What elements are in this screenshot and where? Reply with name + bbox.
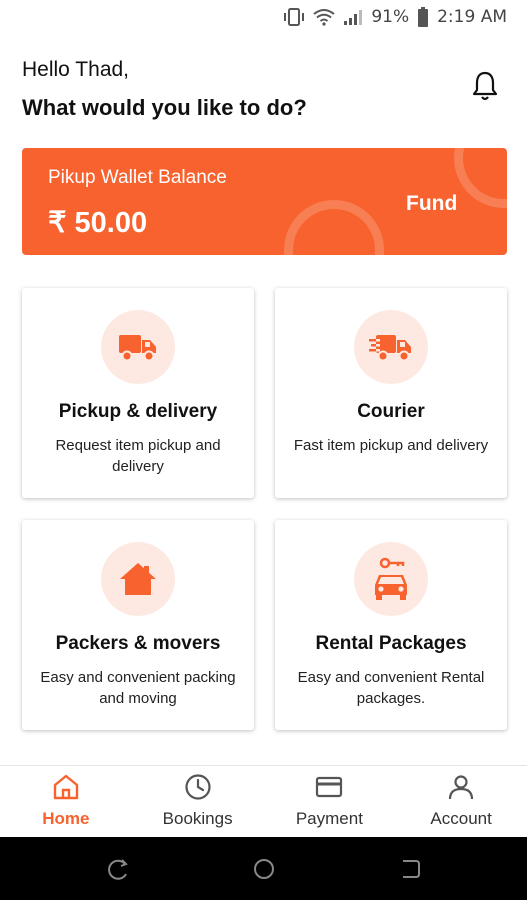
back-icon[interactable] [397, 856, 423, 882]
nav-label: Bookings [162, 809, 233, 828]
user-icon [449, 775, 474, 800]
wallet-label: Pikup Wallet Balance [48, 167, 227, 188]
home-icon [120, 563, 156, 595]
nav-label: Payment [295, 809, 363, 828]
wallet-decoration [284, 200, 384, 255]
vibrate-icon [284, 8, 305, 26]
service-description: Easy and convenient Rental packages. [297, 669, 485, 707]
service-icon-circle [101, 542, 175, 616]
page-title: What would you like to do? [22, 95, 307, 120]
nav-item-account[interactable]: Account [395, 766, 527, 837]
service-description: Request item pickup and delivery [55, 437, 221, 475]
signal-icon [344, 10, 363, 25]
fund-button[interactable]: Fund [400, 188, 463, 220]
service-description: Easy and convenient packing and moving [40, 669, 236, 707]
service-card-rental-packages[interactable]: Rental Packages Easy and convenient Rent… [275, 520, 507, 730]
bottom-nav: Home Bookings Payment Account [0, 765, 527, 837]
nav-item-payment[interactable]: Payment [264, 766, 396, 837]
service-title: Pickup & delivery [58, 401, 218, 422]
nav-item-bookings[interactable]: Bookings [132, 766, 264, 837]
clock-icon [185, 774, 211, 800]
clock-time: 2:19 AM [437, 7, 507, 27]
service-title: Packers & movers [55, 633, 221, 654]
battery-icon [418, 7, 429, 27]
wifi-icon [313, 9, 335, 26]
bell-icon[interactable] [470, 70, 500, 102]
service-icon-circle [354, 310, 428, 384]
fast-truck-icon [369, 335, 411, 362]
battery-percent: 91% [371, 7, 410, 27]
service-icon-circle [101, 310, 175, 384]
service-title: Courier [357, 401, 425, 422]
service-card-courier[interactable]: Courier Fast item pickup and delivery [275, 288, 507, 498]
greeting-text: Hello Thad, [22, 58, 130, 81]
service-icon-circle [354, 542, 428, 616]
nav-label: Home [42, 809, 90, 828]
system-nav-bar [0, 837, 527, 900]
wallet-balance: ₹ 50.00 [48, 207, 148, 239]
wallet-card: Pikup Wallet Balance ₹ 50.00 Fund [22, 148, 507, 255]
truck-icon [119, 335, 156, 362]
service-title: Rental Packages [315, 633, 467, 654]
car-key-icon [375, 557, 407, 600]
nav-label: Account [430, 809, 492, 828]
recent-apps-icon[interactable] [105, 856, 131, 882]
service-card-packers-movers[interactable]: Packers & movers Easy and convenient pac… [22, 520, 254, 730]
service-card-pickup-delivery[interactable]: Pickup & delivery Request item pickup an… [22, 288, 254, 498]
card-icon [316, 776, 343, 798]
status-bar: 91% 2:19 AM [0, 0, 527, 34]
home-button-icon[interactable] [251, 856, 277, 882]
nav-item-home[interactable]: Home [0, 766, 132, 837]
service-description: Fast item pickup and delivery [293, 437, 489, 454]
home-icon [53, 774, 79, 800]
